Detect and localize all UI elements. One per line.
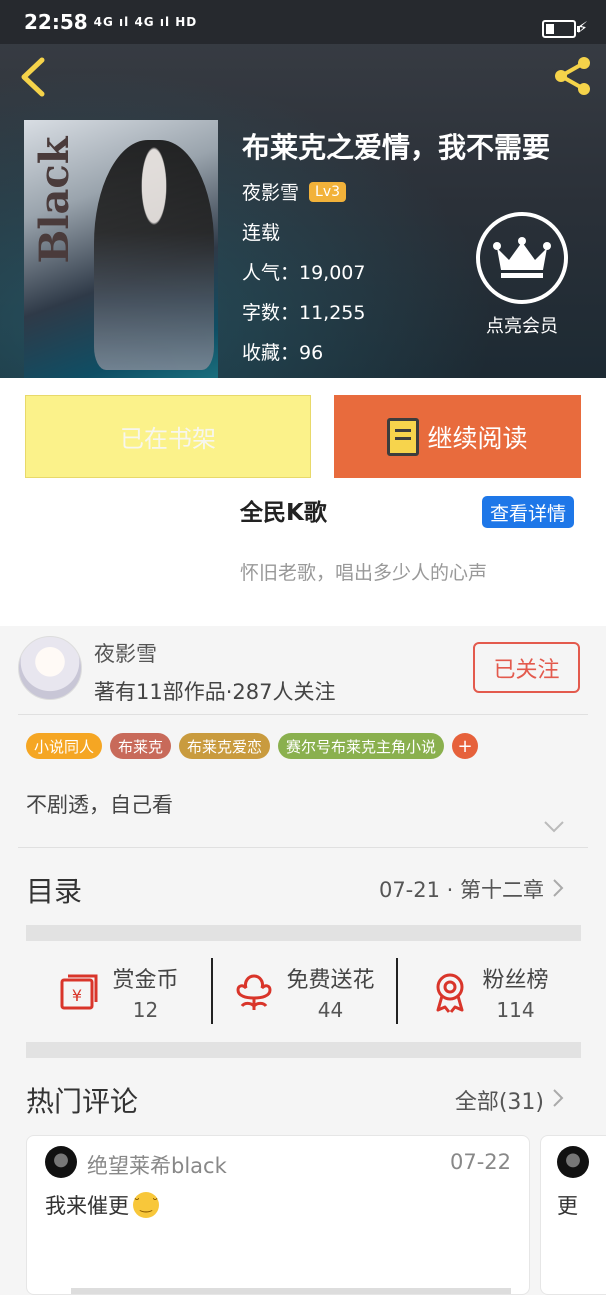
reward-coins-value: 12 [132, 998, 159, 1022]
comment-body: 更 [557, 1194, 578, 1218]
in-bookshelf-button[interactable]: 已在书架 [25, 395, 311, 478]
book-cover[interactable]: Black [24, 120, 218, 378]
hot-comments-title: 热门评论 [26, 1085, 139, 1118]
share-icon[interactable] [550, 54, 594, 98]
crown-icon [476, 212, 568, 304]
red-envelope-icon: ¥ [60, 974, 98, 1010]
comment-body: 我来催更 [45, 1194, 129, 1218]
book-favorites: 收藏：96 [242, 342, 324, 364]
free-flowers-value: 44 [317, 998, 344, 1022]
author-avatar[interactable] [18, 636, 82, 700]
add-tag-icon[interactable]: + [452, 733, 479, 759]
ad-title: 全民K歌 [240, 500, 327, 526]
charging-icon: ⚡ [576, 18, 588, 37]
free-flowers-label: 免费送花 [286, 968, 375, 993]
action-bar: 已在书架 继续阅读 [0, 378, 606, 496]
status-bar: 22:58 4G ıl 4G ıl HD ⚡ [0, 0, 606, 44]
latest-chapter[interactable]: 07-21 · 第十二章 [379, 874, 544, 904]
comment-card[interactable]: 更 [540, 1135, 606, 1295]
fan-ranking-label: 粉丝榜 [482, 968, 549, 993]
vip-button[interactable]: 点亮会员 [474, 212, 570, 338]
cover-illustration [94, 140, 214, 370]
reward-coins[interactable]: ¥ 赏金币 12 [26, 942, 211, 1042]
reward-coins-label: 赏金币 [112, 968, 179, 993]
commenter-name[interactable]: 绝望莱希black [87, 1150, 227, 1180]
divider [18, 714, 588, 715]
vip-label: 点亮会员 [486, 316, 558, 337]
card-bottom-bar [71, 1288, 511, 1294]
comment-card[interactable]: 绝望莱希black 07-22 我来催更 ˘‿˘ [26, 1135, 530, 1295]
fan-ranking[interactable]: 粉丝榜 114 [396, 942, 581, 1042]
comment-text: 更 [557, 1190, 578, 1220]
chevron-right-icon[interactable] [552, 878, 564, 898]
tag-item[interactable]: 小说同人 [26, 733, 103, 759]
chevron-right-icon[interactable] [552, 1088, 564, 1108]
section-divider [26, 925, 581, 941]
comment-date: 07-22 [449, 1150, 511, 1174]
continue-reading-button[interactable]: 继续阅读 [334, 395, 581, 478]
svg-text:¥: ¥ [72, 986, 82, 1005]
comment-text: 我来催更 ˘‿˘ [45, 1190, 159, 1220]
book-author-row: 夜影雪 Lv3 [242, 178, 550, 205]
chevron-down-icon[interactable] [543, 820, 565, 834]
book-title: 布莱克之爱情，我不需要 [242, 131, 551, 164]
commenter-avatar[interactable] [557, 1146, 589, 1178]
section-divider [26, 1042, 581, 1058]
tag-item[interactable]: 布莱克 [110, 733, 172, 759]
divider [18, 847, 588, 848]
author-card[interactable]: 夜影雪 著有11部作品·287人关注 已关注 [0, 626, 606, 716]
free-flowers[interactable]: 免费送花 44 [211, 942, 396, 1042]
tag-list: 小说同人 布莱克 布莱克爱恋 赛尔号布莱克主角小说 + [26, 733, 479, 759]
author-stats: 著有11部作品·287人关注 [94, 680, 336, 704]
smirk-emoji-icon: ˘‿˘ [133, 1192, 159, 1218]
battery-icon [542, 20, 580, 38]
continue-reading-label: 继续阅读 [427, 423, 528, 453]
ad-detail-button[interactable]: 查看详情 [482, 496, 575, 528]
level-badge: Lv3 [309, 181, 347, 202]
ad-subtitle: 怀旧老歌，唱出多少人的心声 [240, 562, 488, 584]
book-author[interactable]: 夜影雪 [242, 178, 299, 205]
flower-icon [236, 974, 272, 1010]
award-icon [436, 973, 464, 1013]
all-comments-link[interactable]: 全部(31) [455, 1084, 544, 1116]
book-icon [387, 417, 420, 456]
book-header: 22:58 4G ıl 4G ıl HD ⚡ Black 布莱克之爱情，我不需要… [0, 0, 606, 378]
ad-banner[interactable]: 全民K歌 查看详情 怀旧老歌，唱出多少人的心声 [0, 496, 606, 626]
follow-button[interactable]: 已关注 [473, 642, 580, 693]
signal-indicators: 4G ıl 4G ıl HD [93, 15, 198, 29]
author-name: 夜影雪 [94, 642, 157, 666]
cover-title: Black [30, 136, 78, 264]
tag-item[interactable]: 布莱克爱恋 [179, 733, 271, 759]
tag-item[interactable]: 赛尔号布莱克主角小说 [278, 733, 445, 759]
fan-ranking-value: 114 [496, 998, 535, 1022]
commenter-avatar[interactable] [45, 1146, 77, 1178]
catalog-title[interactable]: 目录 [26, 870, 82, 910]
reward-stats: ¥ 赏金币 12 免费送花 44 粉丝榜 114 [26, 942, 581, 1042]
status-time: 22:58 [24, 10, 88, 34]
back-icon[interactable] [16, 56, 52, 98]
book-intro: 不剧透，自己看 [26, 793, 173, 817]
in-bookshelf-label: 已在书架 [120, 425, 216, 453]
